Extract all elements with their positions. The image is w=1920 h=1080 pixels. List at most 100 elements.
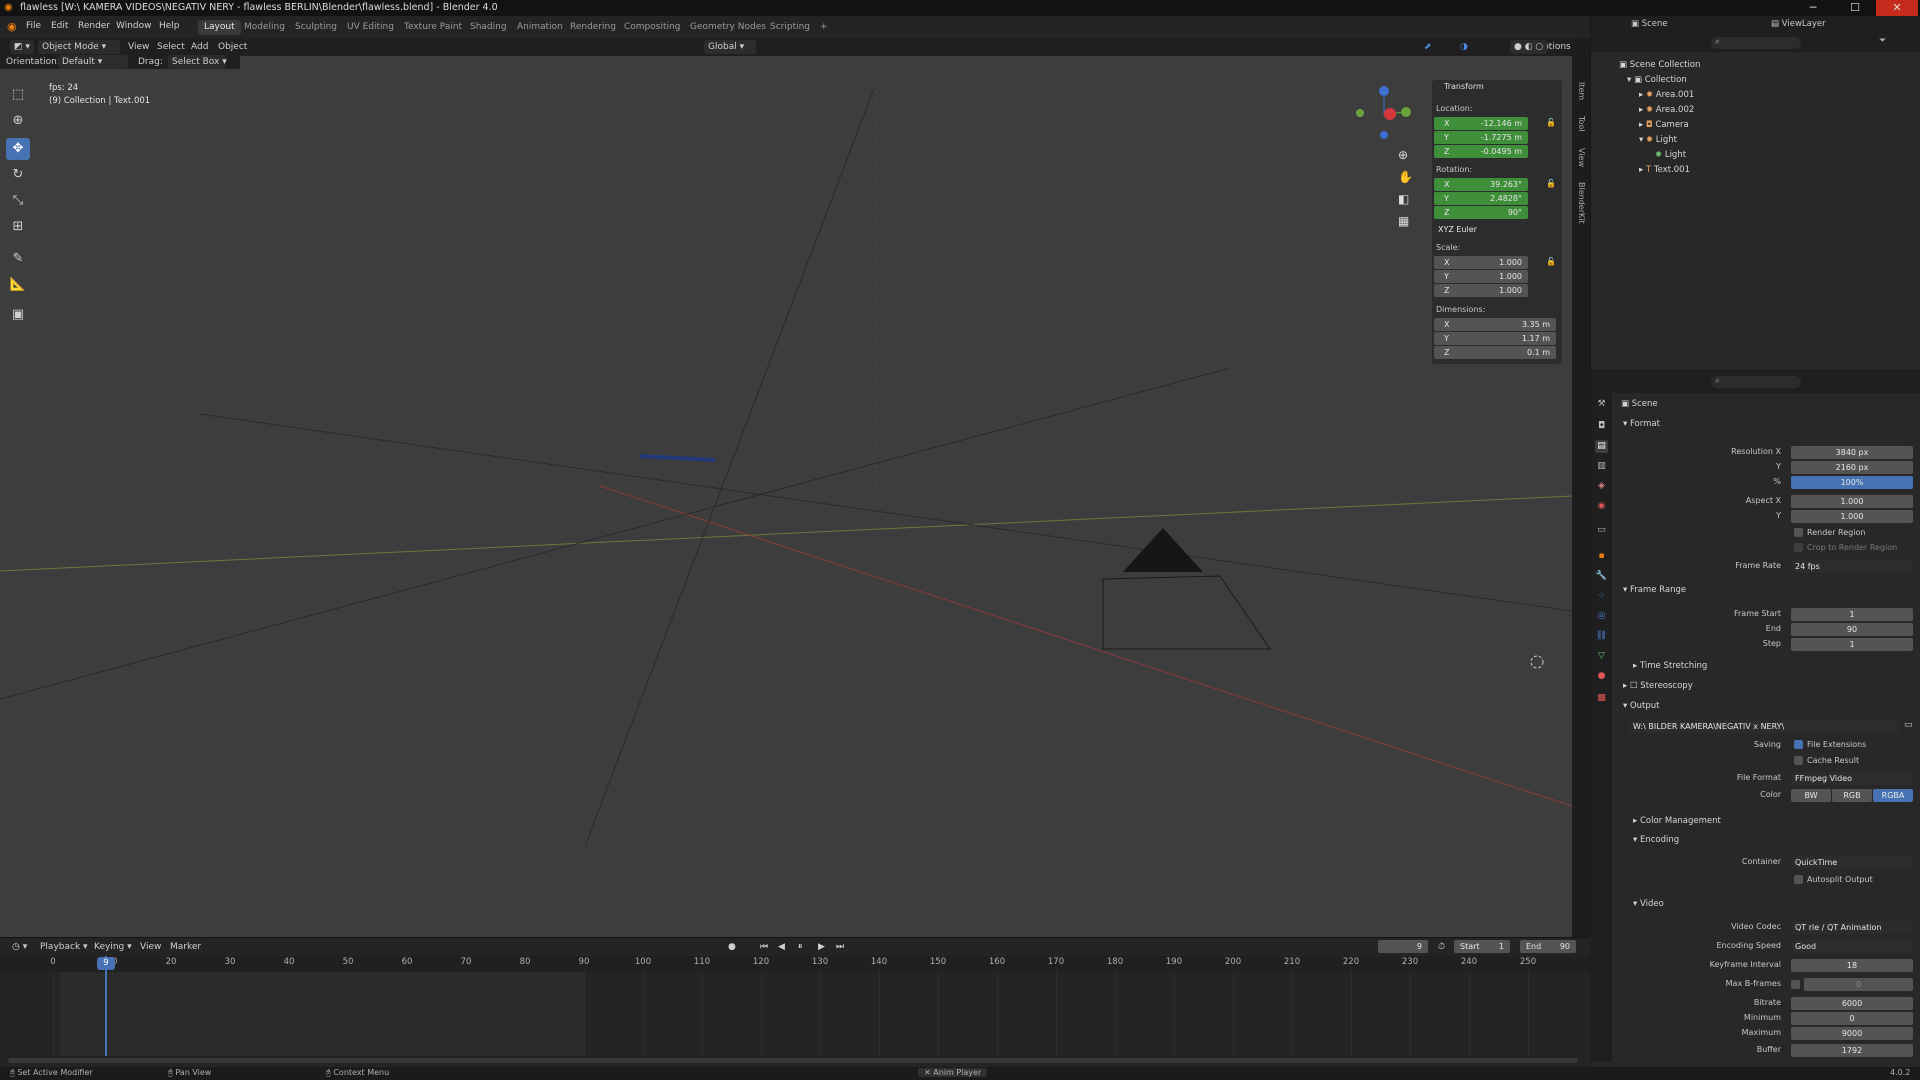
playback-menu[interactable]: Playback ▾ bbox=[36, 940, 92, 954]
view-layer-tab-icon[interactable]: ▥ bbox=[1595, 460, 1608, 473]
frame-end-field[interactable]: 90 bbox=[1791, 623, 1913, 636]
stopwatch-icon[interactable]: ⏱ bbox=[1434, 940, 1449, 954]
world-tab-icon[interactable]: ◉ bbox=[1595, 500, 1608, 513]
file-format-dropdown[interactable]: FFmpeg Video bbox=[1791, 772, 1913, 785]
timeline-editor-icon[interactable]: ◷ ▾ bbox=[8, 940, 31, 954]
frame-range-panel-header[interactable]: ▾ Frame Range bbox=[1623, 585, 1686, 595]
color-rgb-button[interactable]: RGB bbox=[1832, 789, 1872, 802]
move-tool-icon[interactable]: ✥ bbox=[6, 138, 30, 160]
frame-start-field[interactable]: 1 bbox=[1791, 608, 1913, 621]
lock-icon[interactable]: 🔓 bbox=[1546, 118, 1556, 127]
transform-tool-icon[interactable]: ⊞ bbox=[6, 216, 30, 238]
material-tab-icon[interactable]: ● bbox=[1595, 670, 1608, 683]
max-bframes-field[interactable]: 0 bbox=[1804, 978, 1913, 991]
resolution-y-field[interactable]: 2160 px bbox=[1791, 461, 1913, 474]
filter-icon[interactable]: ⏷ bbox=[1879, 36, 1886, 46]
collection-tab-icon[interactable]: ▭ bbox=[1595, 524, 1608, 537]
render-tab-icon[interactable]: ◘ bbox=[1595, 420, 1608, 433]
output-panel-header[interactable]: ▾ Output bbox=[1623, 701, 1660, 711]
max-bframes-checkbox[interactable] bbox=[1791, 980, 1800, 989]
outliner-row-area-002[interactable]: ▸ ✹ Area.002 bbox=[1591, 103, 1920, 117]
scale-y-field[interactable]: Y 1.000 bbox=[1434, 270, 1528, 283]
timeline-view-menu[interactable]: View bbox=[136, 940, 165, 954]
output-path-field[interactable]: W:\ BILDER KAMERA\NEGATIV x NERY\ bbox=[1629, 720, 1899, 733]
shading-solid-icon[interactable]: ● ◐ ○ bbox=[1510, 40, 1548, 54]
overlay-toggle-icon[interactable]: ◑ bbox=[1456, 40, 1472, 54]
frame-step-field[interactable]: 1 bbox=[1791, 638, 1913, 651]
location-z-field[interactable]: Z -0.0495 m bbox=[1434, 145, 1528, 158]
jump-start-icon[interactable]: ⏮ bbox=[756, 940, 772, 954]
physics-tab-icon[interactable]: ◎ bbox=[1595, 610, 1608, 623]
autosplit-checkbox[interactable] bbox=[1794, 875, 1803, 884]
crop-region-checkbox[interactable] bbox=[1794, 543, 1803, 552]
marker-menu[interactable]: Marker bbox=[166, 940, 205, 954]
encoding-panel-header[interactable]: ▾ Encoding bbox=[1633, 835, 1679, 845]
outliner-search-input[interactable]: ⌕ bbox=[1711, 37, 1801, 49]
format-panel-header[interactable]: ▾ Format bbox=[1623, 419, 1660, 429]
pan-hand-icon[interactable]: ✋ bbox=[1398, 170, 1413, 184]
maximize-button[interactable]: ☐ bbox=[1834, 0, 1876, 16]
add-menu[interactable]: Add bbox=[187, 40, 212, 54]
playhead-frame-badge[interactable]: 9 bbox=[97, 957, 115, 970]
tab-sculpting[interactable]: Sculpting bbox=[289, 20, 343, 35]
tab-animation[interactable]: Animation bbox=[511, 20, 569, 35]
aspect-y-field[interactable]: 1.000 bbox=[1791, 510, 1913, 523]
play-reverse-icon[interactable]: ◀ bbox=[774, 940, 789, 954]
current-frame-field[interactable]: 9 bbox=[1378, 940, 1428, 953]
outliner-row-area-001[interactable]: ▸ ✹ Area.001 bbox=[1591, 88, 1920, 102]
tab-view[interactable]: View bbox=[1572, 148, 1586, 167]
outliner-row-collection[interactable]: ▾ ▣ Collection bbox=[1591, 73, 1920, 87]
mode-dropdown[interactable]: Object Mode ▾ bbox=[38, 40, 120, 54]
folder-icon[interactable]: ▭ bbox=[1904, 720, 1913, 730]
outliner-row-light[interactable]: ▾ ✹ Light bbox=[1591, 133, 1920, 147]
rotate-tool-icon[interactable]: ↻ bbox=[6, 164, 30, 186]
location-x-field[interactable]: X -12.146 m bbox=[1434, 117, 1528, 130]
gizmo-toggle-icon[interactable]: ⬈ bbox=[1420, 40, 1436, 54]
rotation-x-field[interactable]: X 39.263° bbox=[1434, 178, 1528, 191]
close-button[interactable]: ✕ bbox=[1876, 0, 1918, 16]
stereoscopy-panel-header[interactable]: ▸ ☐ Stereoscopy bbox=[1623, 681, 1693, 691]
start-frame-field[interactable]: Start 1 bbox=[1454, 940, 1510, 953]
timeline-scrollbar[interactable] bbox=[8, 1058, 1578, 1063]
navigation-gizmo[interactable] bbox=[1348, 81, 1420, 153]
lock-icon[interactable]: 🔓 bbox=[1546, 257, 1556, 266]
tab-shading[interactable]: Shading bbox=[464, 20, 513, 35]
rotation-mode-dropdown[interactable]: XYZ Euler bbox=[1434, 223, 1556, 236]
menu-file[interactable]: File bbox=[26, 21, 41, 31]
drag-dropdown[interactable]: Select Box ▾ bbox=[168, 55, 227, 69]
camera-view-icon[interactable]: ◧ bbox=[1398, 192, 1409, 206]
tab-modeling[interactable]: Modeling bbox=[238, 20, 291, 35]
cache-result-checkbox[interactable] bbox=[1794, 756, 1803, 765]
add-cube-tool-icon[interactable]: ▣ bbox=[6, 304, 30, 326]
outliner-row-text-001[interactable]: ▸ T Text.001 bbox=[1591, 163, 1920, 177]
pause-icon[interactable]: ⏸ bbox=[794, 940, 807, 954]
location-y-field[interactable]: Y -1.7275 m bbox=[1434, 131, 1528, 144]
view-menu[interactable]: View bbox=[124, 40, 153, 54]
keyframe-interval-field[interactable]: 18 bbox=[1791, 959, 1913, 972]
menu-edit[interactable]: Edit bbox=[51, 21, 68, 31]
color-bw-button[interactable]: BW bbox=[1791, 789, 1831, 802]
buffer-field[interactable]: 1792 bbox=[1791, 1044, 1913, 1057]
output-tab-icon[interactable]: ▤ bbox=[1595, 440, 1608, 453]
outliner-row-camera[interactable]: ▸ ◘ Camera bbox=[1591, 118, 1920, 132]
constraints-tab-icon[interactable]: ⛓ bbox=[1595, 630, 1608, 643]
play-icon[interactable]: ▶ bbox=[814, 940, 829, 954]
scene-tab-icon[interactable]: ◈ bbox=[1595, 480, 1608, 493]
dimensions-x-field[interactable]: X 3.35 m bbox=[1434, 318, 1556, 331]
render-region-checkbox[interactable] bbox=[1794, 528, 1803, 537]
add-workspace-button[interactable]: + bbox=[814, 20, 834, 35]
encoding-speed-dropdown[interactable]: Good bbox=[1791, 940, 1913, 953]
scene-selector[interactable]: ▣ Scene bbox=[1631, 19, 1668, 29]
container-dropdown[interactable]: QuickTime bbox=[1791, 856, 1913, 869]
tab-scripting[interactable]: Scripting bbox=[764, 20, 816, 35]
bitrate-field[interactable]: 6000 bbox=[1791, 997, 1913, 1010]
resolution-x-field[interactable]: 3840 px bbox=[1791, 446, 1913, 459]
tab-blenderkit[interactable]: BlenderKit bbox=[1572, 182, 1586, 224]
menu-help[interactable]: Help bbox=[159, 21, 180, 31]
select-menu[interactable]: Select bbox=[153, 40, 189, 54]
viewlayer-selector[interactable]: ▤ ViewLayer bbox=[1771, 19, 1826, 29]
playhead[interactable] bbox=[105, 956, 107, 1056]
outliner-row-scene-collection[interactable]: ▣ Scene Collection bbox=[1591, 58, 1920, 72]
measure-tool-icon[interactable]: 📐 bbox=[6, 274, 30, 296]
orientation-dropdown[interactable]: Default ▾ bbox=[58, 55, 128, 69]
